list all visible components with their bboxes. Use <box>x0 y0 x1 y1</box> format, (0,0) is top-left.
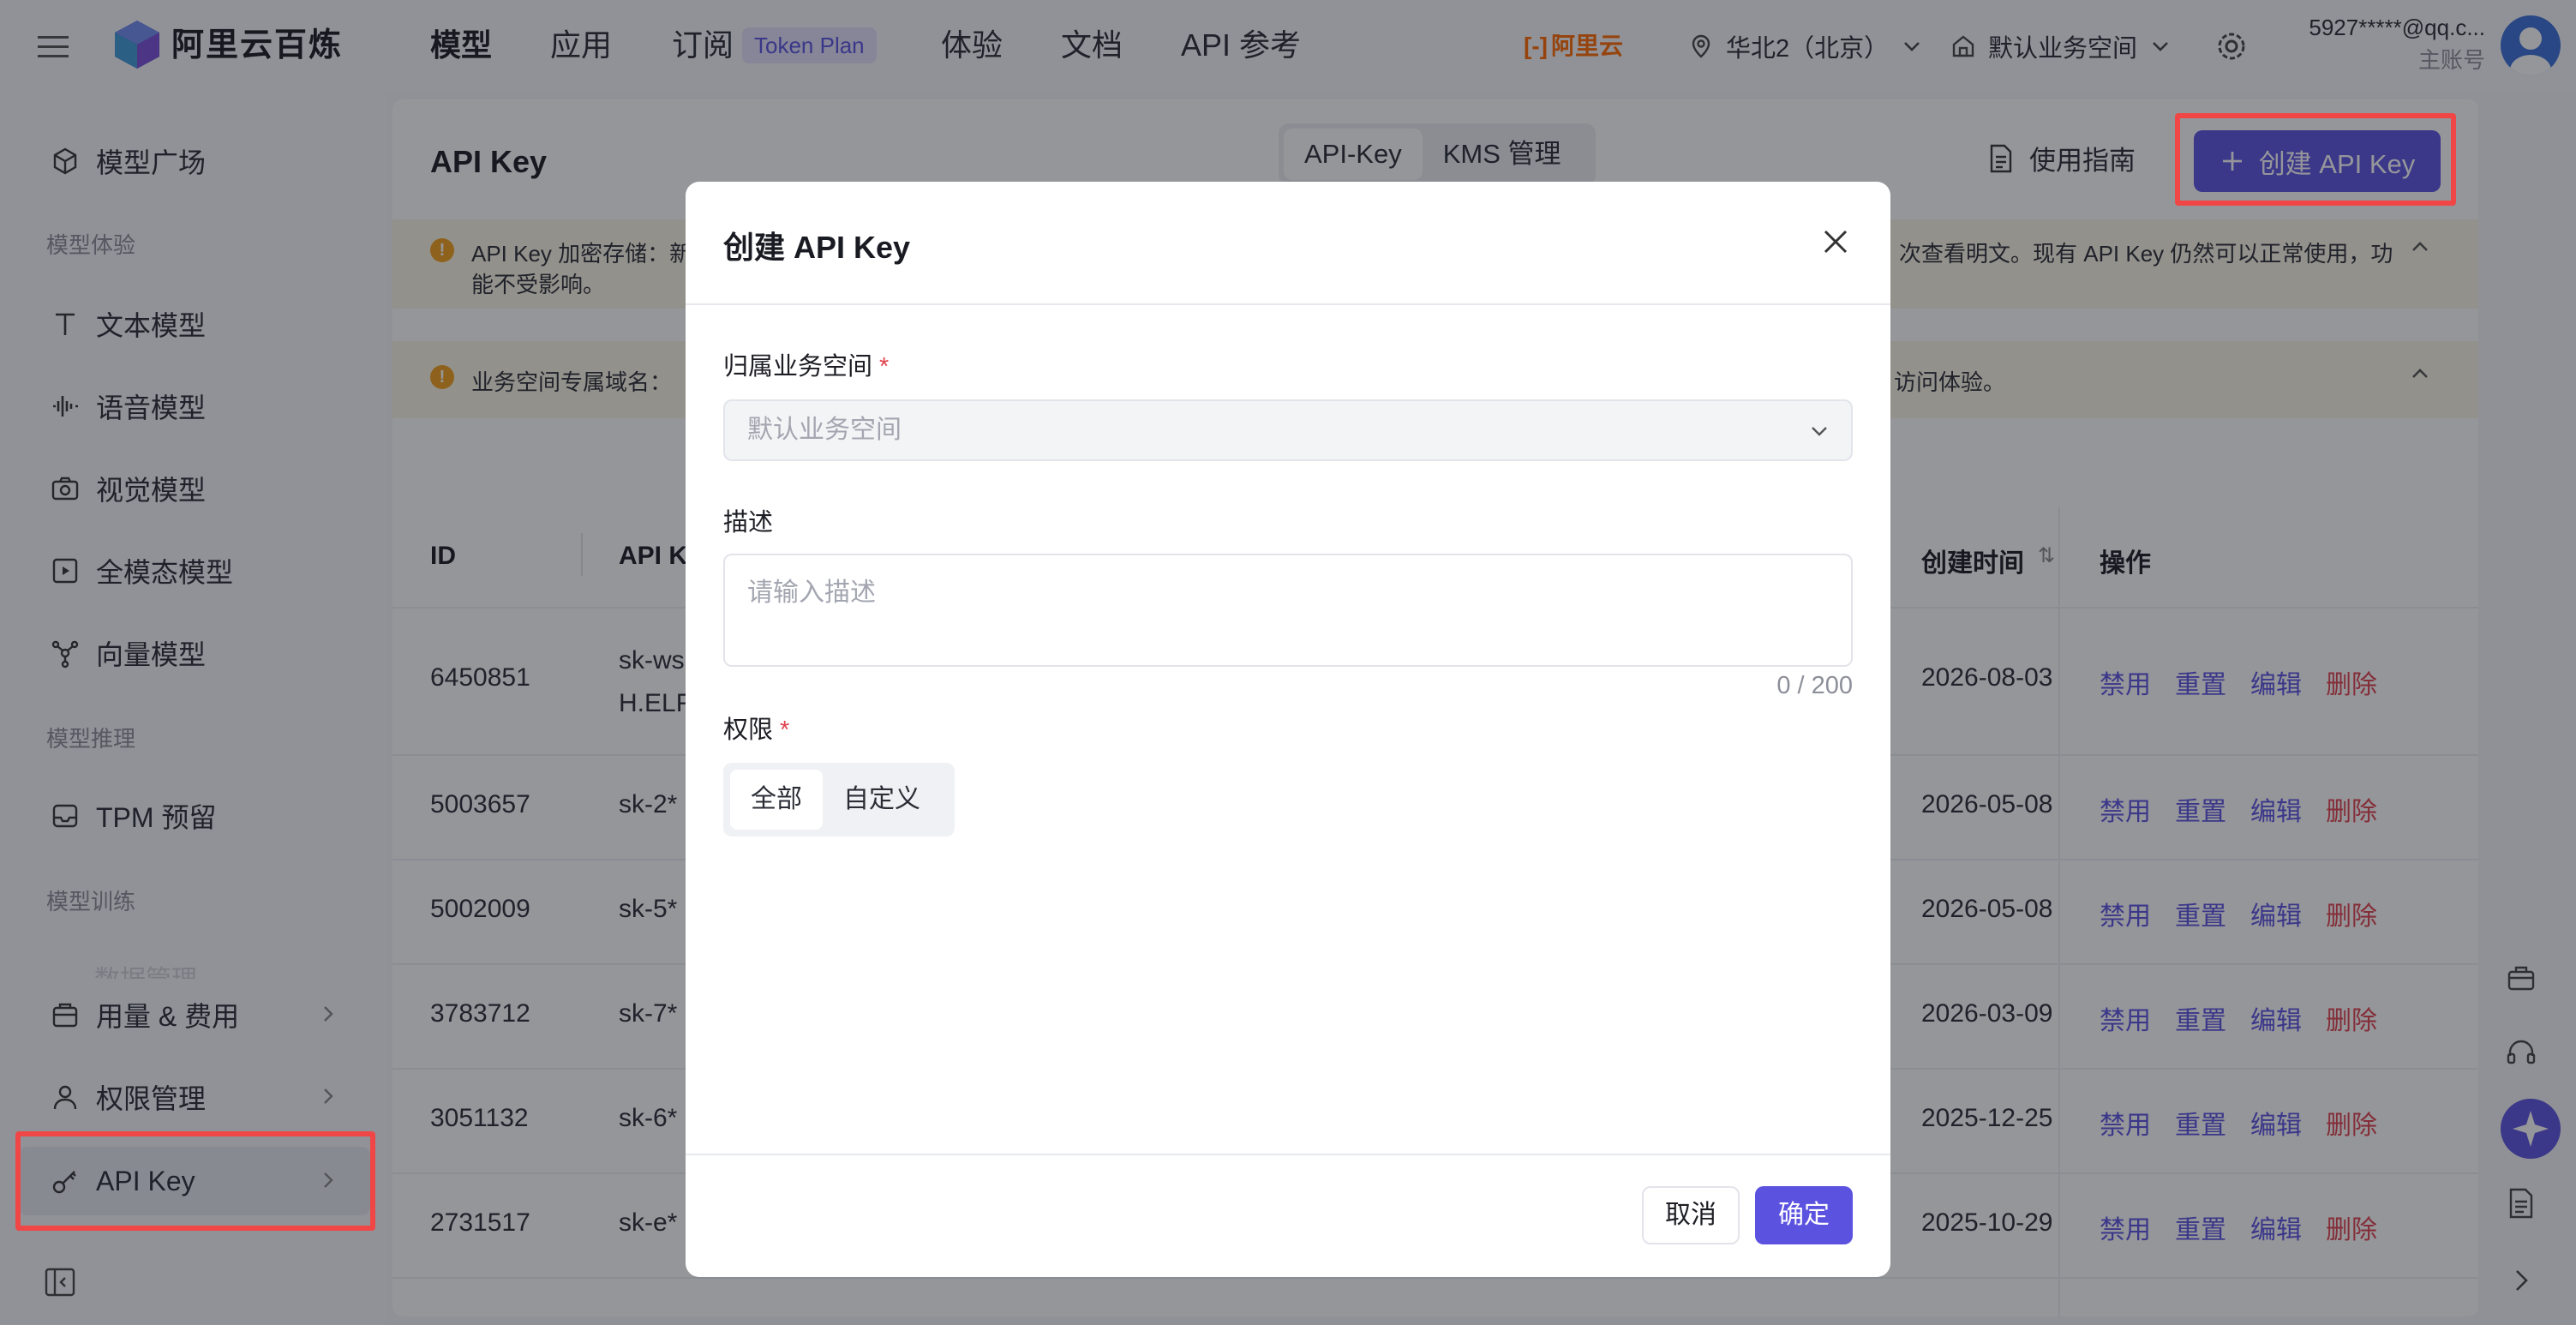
workspace-field-label: 归属业务空间 * <box>723 346 889 382</box>
workspace-select-value: 默认业务空间 <box>747 416 902 444</box>
description-field-label: 描述 <box>723 509 774 537</box>
close-icon[interactable] <box>1818 225 1853 259</box>
highlight-sidebar-api-key <box>15 1131 375 1231</box>
permission-all-option[interactable]: 全部 <box>730 770 823 830</box>
permission-toggle: 全部 自定义 <box>723 763 955 836</box>
required-mark: * <box>879 353 890 381</box>
workspace-select[interactable]: 默认业务空间 <box>723 399 1853 461</box>
confirm-button[interactable]: 确定 <box>1755 1186 1853 1244</box>
workspace-label-text: 归属业务空间 <box>723 353 873 381</box>
permission-field-label: 权限 * <box>723 710 789 746</box>
permission-label-text: 权限 <box>723 716 774 744</box>
chevron-down-icon <box>1812 427 1827 436</box>
dialog-title: 创建 API Key <box>723 230 911 265</box>
cancel-button[interactable]: 取消 <box>1642 1186 1740 1244</box>
divider <box>686 303 1890 305</box>
divider <box>686 1154 1890 1155</box>
create-api-key-dialog: 创建 API Key 归属业务空间 * 默认业务空间 描述 请输入描述 0 / 2… <box>686 182 1890 1277</box>
permission-custom-option[interactable]: 自定义 <box>823 770 941 830</box>
highlight-create-button <box>2175 113 2456 206</box>
required-mark: * <box>780 716 790 744</box>
description-input[interactable]: 请输入描述 <box>723 554 1853 667</box>
description-char-counter: 0 / 200 <box>1776 672 1853 699</box>
